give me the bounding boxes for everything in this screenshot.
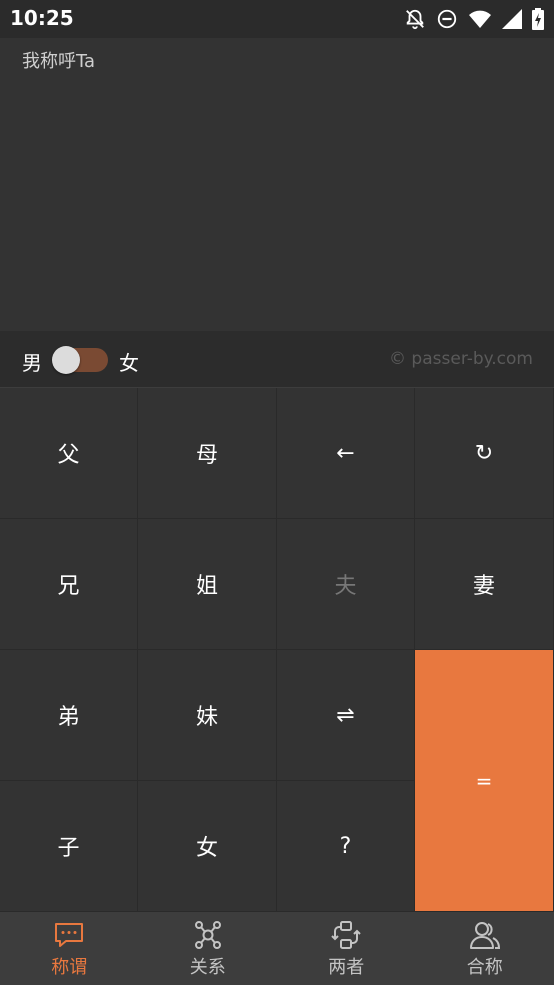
battery-charging-icon [532,8,544,30]
status-time: 10:25 [10,6,74,30]
bell-off-icon [404,8,426,30]
female-label: 女 [119,351,139,375]
display-text: 我称呼Ta [22,51,96,72]
chat-icon [53,919,85,951]
key-father[interactable]: 父 [0,388,138,519]
key-elder-sister[interactable]: 姐 [138,519,277,650]
wifi-icon [468,8,492,30]
nav-label: 合称 [466,956,503,978]
key-son[interactable]: 子 [0,781,138,912]
users-icon [469,919,501,951]
toggle-thumb [52,346,80,374]
nav-item-relation[interactable]: 关系 [139,912,278,985]
nav-item-both[interactable]: 两者 [277,912,416,985]
nav-label: 两者 [328,956,365,978]
dnd-icon [436,8,458,30]
key-daughter[interactable]: 女 [138,781,277,912]
status-icons [404,7,544,31]
nav-label: 称谓 [51,956,88,978]
key-equals[interactable]: = [415,650,554,912]
key-mother[interactable]: 母 [138,388,277,519]
network-icon [192,919,224,951]
key-backspace[interactable]: ← [277,388,415,519]
keypad: 父 母 ← ↻ 兄 姐 夫 妻 弟 妹 ⇌ = 子 女 ? [0,388,554,912]
key-younger-sister[interactable]: 妹 [138,650,277,781]
watermark: © passer-by.com [389,349,533,369]
male-label: 男 [22,351,42,375]
swap-icon [330,919,362,951]
gender-bar: 男 女 © passer-by.com [0,331,554,388]
gender-toggle[interactable] [52,346,108,374]
nav-label: 关系 [189,956,226,978]
key-swap[interactable]: ⇌ [277,650,415,781]
bottom-nav: 称谓 关系 两者 合称 [0,912,554,985]
key-younger-brother[interactable]: 弟 [0,650,138,781]
status-bar: 10:25 [0,0,554,38]
signal-icon [502,9,522,29]
key-question[interactable]: ? [277,781,415,912]
nav-item-appellation[interactable]: 称谓 [0,912,139,985]
key-husband[interactable]: 夫 [277,519,415,650]
key-wife[interactable]: 妻 [415,519,554,650]
key-reset[interactable]: ↻ [415,388,554,519]
nav-item-collective[interactable]: 合称 [416,912,554,985]
result-display: 我称呼Ta [0,38,554,331]
key-elder-brother[interactable]: 兄 [0,519,138,650]
